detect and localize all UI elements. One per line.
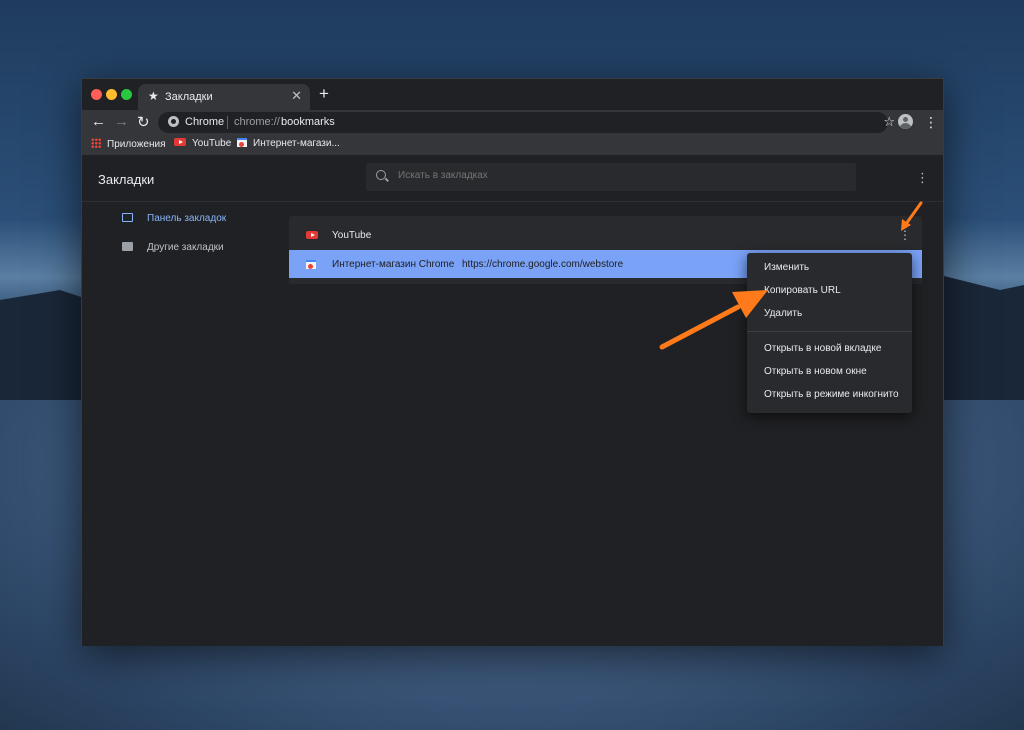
bookmarks-bar-label: Приложения <box>107 139 166 150</box>
search-input[interactable] <box>398 170 838 181</box>
chrome-icon <box>168 116 179 127</box>
bookmark-url: https://chrome.google.com/webstore <box>462 259 624 270</box>
url-host: bookmarks <box>281 116 335 128</box>
menu-item-label: Изменить <box>764 262 810 273</box>
bookmarks-bar-label: Интернет-магази... <box>253 138 340 149</box>
back-button[interactable]: ← <box>91 113 106 130</box>
menu-item-label: Копировать URL <box>764 285 841 296</box>
webstore-icon <box>237 138 247 147</box>
menu-item-delete[interactable]: Удалить <box>747 303 912 325</box>
tab-strip: ★ Закладки ✕ + <box>82 79 943 110</box>
menu-item-open-new-tab[interactable]: Открыть в новой вкладке <box>747 338 912 360</box>
minimize-window-button[interactable] <box>106 89 117 100</box>
sidebar-item-bookmarks-bar[interactable]: Панель закладок <box>122 213 226 224</box>
menu-divider <box>747 331 912 332</box>
reload-button[interactable]: ↻ <box>137 113 150 131</box>
bookmarks-bar-youtube[interactable]: YouTube <box>174 138 231 149</box>
youtube-icon <box>174 138 186 146</box>
address-bar[interactable]: Chrome chrome:// bookmarks ☆ <box>158 112 895 133</box>
search-icon <box>376 170 386 180</box>
bookmark-star-icon[interactable]: ☆ <box>883 114 895 130</box>
sidebar-item-label: Другие закладки <box>147 242 224 253</box>
context-menu: Изменить Копировать URL Удалить Открыть … <box>747 253 912 413</box>
menu-item-label: Открыть в новом окне <box>764 366 867 377</box>
url-scheme: chrome:// <box>234 116 280 128</box>
star-icon: ★ <box>148 89 159 103</box>
page-title: Закладки <box>98 172 155 187</box>
toolbar: ← → ↻ Chrome chrome:// bookmarks ☆ ⋮ <box>82 110 943 135</box>
folder-icon <box>122 213 133 222</box>
close-window-button[interactable] <box>91 89 102 100</box>
tab-title: Закладки <box>165 91 213 103</box>
forward-button[interactable]: → <box>114 113 129 130</box>
youtube-icon <box>306 231 318 239</box>
menu-item-label: Открыть в режиме инкогнито <box>764 389 899 400</box>
bookmarks-bar-apps[interactable]: Приложения <box>91 138 166 150</box>
webstore-icon <box>306 260 316 269</box>
menu-item-label: Удалить <box>764 308 803 319</box>
page-header: Закладки ⋮ <box>82 155 943 202</box>
bookmarks-bar: Приложения YouTube Интернет-магази... <box>82 135 943 155</box>
page-menu-button[interactable]: ⋮ <box>916 170 929 186</box>
more-actions-icon[interactable]: ⋮ <box>899 228 911 242</box>
search-box[interactable] <box>366 163 856 191</box>
menu-item-label: Открыть в новой вкладке <box>764 343 882 354</box>
bookmarks-bar-label: YouTube <box>192 138 232 149</box>
list-item[interactable]: YouTube ⋮ <box>289 221 922 249</box>
bookmark-title: Интернет-магазин Chrome <box>332 259 455 270</box>
sidebar-item-other-bookmarks[interactable]: Другие закладки <box>122 242 224 253</box>
maximize-window-button[interactable] <box>121 89 132 100</box>
menu-item-open-new-window[interactable]: Открыть в новом окне <box>747 361 912 383</box>
close-tab-icon[interactable]: ✕ <box>291 88 302 104</box>
menu-item-open-incognito[interactable]: Открыть в режиме инкогнито <box>747 384 912 406</box>
folder-icon <box>122 242 133 251</box>
bookmark-title: YouTube <box>332 230 372 241</box>
apps-grid-icon <box>91 138 101 148</box>
new-tab-button[interactable]: + <box>319 84 329 104</box>
omnibox-chip: Chrome <box>185 116 225 128</box>
sidebar-item-label: Панель закладок <box>147 213 227 224</box>
menu-item-copy-url[interactable]: Копировать URL <box>747 280 912 302</box>
bookmarks-bar-webstore[interactable]: Интернет-магази... <box>237 138 340 149</box>
omnibox-divider <box>227 116 228 129</box>
profile-avatar-button[interactable] <box>898 114 913 129</box>
menu-item-edit[interactable]: Изменить <box>747 257 912 279</box>
tab-bookmarks[interactable]: ★ Закладки ✕ <box>138 84 310 110</box>
browser-menu-button[interactable]: ⋮ <box>924 114 938 131</box>
